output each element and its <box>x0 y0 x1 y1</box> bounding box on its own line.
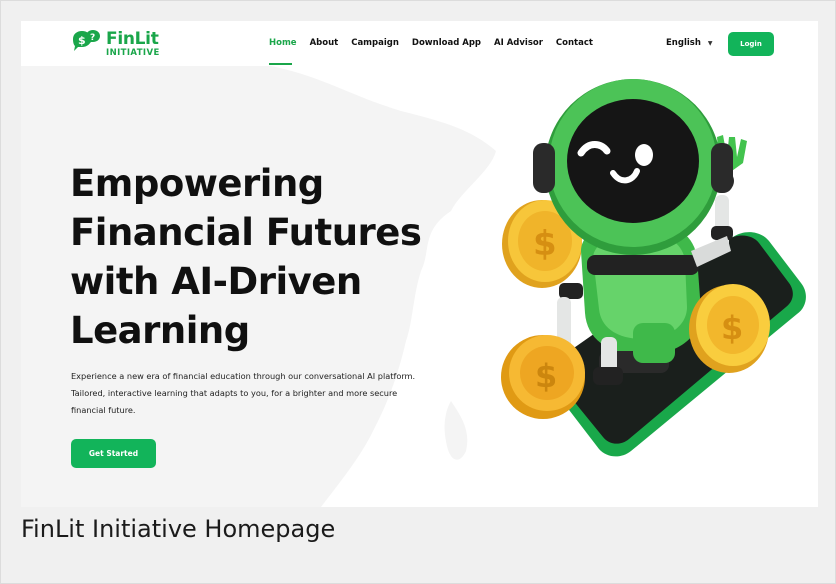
nav-campaign-link[interactable]: Campaign <box>351 38 399 48</box>
language-selector[interactable]: English ▼ <box>666 38 713 48</box>
hero-description-line: Tailored, interactive learning that adap… <box>71 388 398 398</box>
gold-coin: $ <box>501 335 585 419</box>
hero-title-line: with AI-Driven <box>70 260 362 303</box>
login-button[interactable]: Login <box>728 32 774 56</box>
brand-wordmark: FinLit INITIATIVE <box>106 28 160 58</box>
chat-bubbles-icon: $ ? <box>73 30 100 51</box>
active-nav-indicator <box>269 63 292 65</box>
get-started-button[interactable]: Get Started <box>71 439 156 468</box>
language-label: English <box>666 38 701 48</box>
nav-home-link[interactable]: Home <box>269 38 297 48</box>
hero-description-line: financial future. <box>71 405 136 415</box>
brand-name: FinLit <box>106 28 159 49</box>
hero-title-line: Learning <box>70 309 250 352</box>
nav-contact-link[interactable]: Contact <box>556 38 593 48</box>
hero-title-line: Empowering <box>70 162 324 205</box>
robot-illustration: $ $ $ <box>501 79 806 457</box>
nav-about-link[interactable]: About <box>310 38 339 48</box>
page-caption: FinLit Initiative Homepage <box>21 515 336 543</box>
nav-download-app-link[interactable]: Download App <box>412 38 481 48</box>
chevron-down-icon: ▼ <box>707 39 713 47</box>
svg-text:$: $ <box>535 357 557 395</box>
hero-title: Empowering Financial Futures with AI-Dri… <box>70 159 450 355</box>
dollar-glyph: $ <box>78 34 86 47</box>
screenshot-frame: $ ? FinLit INITIATIVE Home About Campaig… <box>0 0 836 584</box>
hero-description-line: Experience a new era of financial educat… <box>71 371 416 381</box>
brand-subtitle: INITIATIVE <box>106 47 160 58</box>
svg-text:$: $ <box>533 224 557 264</box>
question-glyph: ? <box>90 33 95 43</box>
hero-title-line: Financial Futures <box>70 211 422 254</box>
main-menu: Home About Campaign Download App AI Advi… <box>269 38 606 48</box>
hero-description: Experience a new era of financial educat… <box>71 368 451 419</box>
nav-ai-advisor-link[interactable]: AI Advisor <box>494 38 543 48</box>
svg-text:$: $ <box>721 309 743 347</box>
homepage: $ ? FinLit INITIATIVE Home About Campaig… <box>21 21 818 507</box>
logo[interactable]: $ ? FinLit INITIATIVE <box>69 29 160 59</box>
